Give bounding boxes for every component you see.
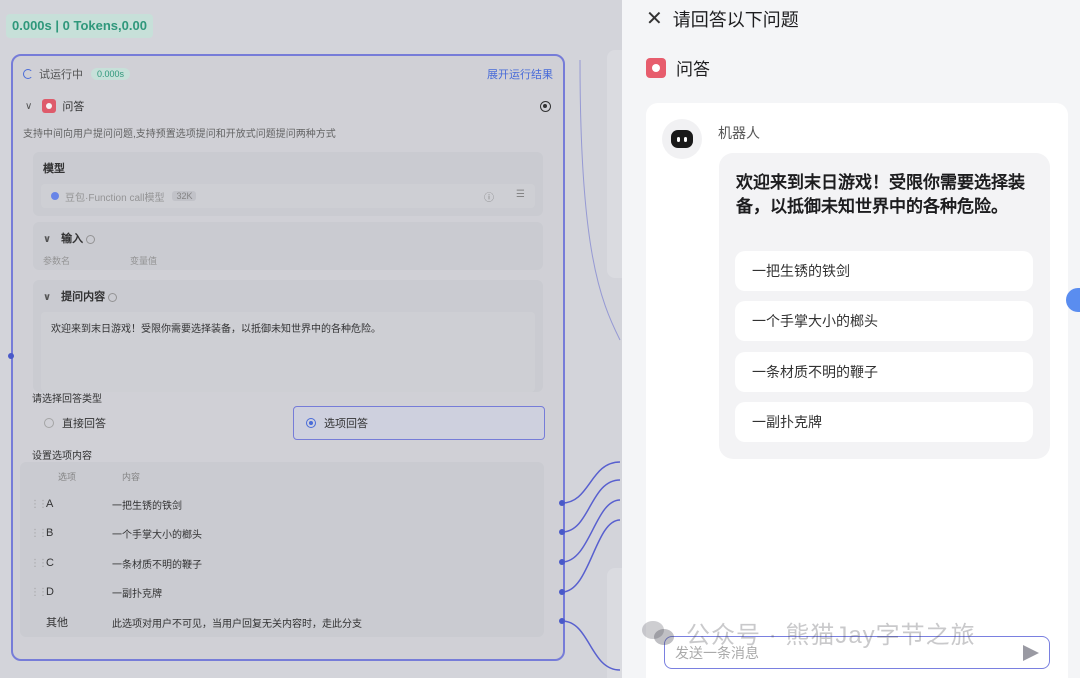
input-section-title: 输入 bbox=[61, 233, 84, 245]
run-elapsed: 0.000s bbox=[91, 68, 131, 80]
run-status-bar: 试运行中 0.000s 展开运行结果 bbox=[13, 56, 563, 92]
answer-direct-radio[interactable]: 直接回答 bbox=[32, 406, 282, 440]
qa-node-icon bbox=[646, 57, 666, 78]
loading-spinner-icon bbox=[23, 69, 33, 79]
option-row-other: 其他 此选项对用户不可见，当用户回复无关内容时，走此分支 bbox=[30, 612, 550, 632]
option-row[interactable]: ⋮⋮ A 一把生锈的铁剑 bbox=[30, 494, 550, 514]
run-status: 试运行中 bbox=[39, 69, 83, 81]
answer-type-label: 请选择回答类型 bbox=[32, 394, 102, 405]
option-text[interactable]: 一副扑克牌 bbox=[112, 585, 162, 600]
options-label: 设置选项内容 bbox=[32, 451, 92, 462]
option-row[interactable]: ⋮⋮ C 一条材质不明的鞭子 bbox=[30, 553, 550, 573]
info-icon[interactable] bbox=[108, 292, 118, 302]
bot-message: 欢迎来到末日游戏！受限你需要选择装备，以抵御未知世界中的各种危险。 bbox=[736, 173, 1025, 216]
option-text[interactable]: 一把生锈的铁剑 bbox=[112, 497, 182, 512]
model-name: 豆包·Function call模型 bbox=[65, 192, 165, 204]
workflow-canvas: 0.000s | 0 Tokens,0.00 试运行中 0.000s 展开运行结… bbox=[0, 0, 622, 678]
settings-sliders-icon[interactable]: ☰ bbox=[516, 189, 525, 204]
option-key: 其他 bbox=[46, 617, 68, 629]
choice-button[interactable]: 一副扑克牌 bbox=[735, 402, 1033, 442]
expand-results-link[interactable]: 展开运行结果 bbox=[487, 66, 553, 82]
output-port[interactable] bbox=[559, 618, 565, 624]
robot-icon bbox=[671, 130, 693, 148]
send-icon[interactable] bbox=[1023, 644, 1039, 661]
option-key: A bbox=[46, 498, 54, 510]
model-context-tag: 32K bbox=[172, 191, 197, 201]
answer-option-label: 选项回答 bbox=[324, 418, 368, 430]
option-column-header: 选项 bbox=[58, 472, 77, 482]
output-port[interactable] bbox=[559, 589, 565, 595]
drawer-title: 请回答以下问题 bbox=[672, 10, 799, 30]
output-port[interactable] bbox=[559, 500, 565, 506]
param-value-header: 变量值 bbox=[130, 256, 158, 266]
option-key: B bbox=[46, 527, 54, 539]
prompt-textarea[interactable]: 欢迎来到末日游戏！受限你需要选择装备，以抵御未知世界中的各种危险。 bbox=[41, 312, 535, 392]
input-section: ∨ 输入 参数名 变量值 bbox=[33, 222, 543, 270]
output-port[interactable] bbox=[559, 559, 565, 565]
avatar bbox=[662, 119, 702, 159]
options-table bbox=[20, 462, 544, 637]
prompt-section-title: 提问内容 bbox=[61, 291, 106, 303]
prompt-section: ∨ 提问内容 欢迎来到末日游戏！受限你需要选择装备，以抵御未知世界中的各种危险。 bbox=[33, 280, 543, 392]
option-row[interactable]: ⋮⋮ B 一个手掌大小的榔头 bbox=[30, 523, 550, 543]
watermark: 公众号 · 熊猫Jay字节之旅 bbox=[642, 615, 976, 650]
drag-handle-icon[interactable]: ⋮⋮ bbox=[30, 558, 48, 569]
radio-checked-icon bbox=[306, 418, 316, 428]
drawer-node-tag: 问答 bbox=[646, 55, 710, 80]
choice-button[interactable]: 一个手掌大小的榔头 bbox=[735, 301, 1033, 341]
drag-handle-icon[interactable]: ⋮⋮ bbox=[30, 587, 48, 598]
drag-handle-icon[interactable]: ⋮⋮ bbox=[30, 528, 48, 539]
choice-button[interactable]: 一把生锈的铁剑 bbox=[735, 251, 1033, 291]
message-bubble: 欢迎来到末日游戏！受限你需要选择装备，以抵御未知世界中的各种危险。 一把生锈的铁… bbox=[719, 153, 1050, 459]
model-select[interactable]: 豆包·Function call模型 32K ⓘ ☰ bbox=[41, 184, 535, 208]
node-description: 支持中间向用户提问问题,支持预置选项提问和开放式问题提问两种方式 bbox=[23, 129, 336, 140]
watermark-text: 公众号 · 熊猫Jay字节之旅 bbox=[686, 622, 976, 649]
qa-node-icon bbox=[42, 99, 57, 113]
target-icon[interactable] bbox=[540, 100, 551, 112]
model-section-title: 模型 bbox=[43, 163, 65, 175]
option-text[interactable]: 一条材质不明的鞭子 bbox=[112, 556, 202, 571]
model-section: 模型 豆包·Function call模型 32K ⓘ ☰ bbox=[33, 152, 543, 216]
answer-drawer: ✕ 请回答以下问题 问答 机器人 欢迎来到末日游戏！受限你需要选择装备，以抵御未… bbox=[622, 0, 1080, 678]
answer-direct-label: 直接回答 bbox=[62, 418, 106, 430]
chevron-down-icon[interactable]: ∨ bbox=[43, 292, 51, 303]
info-icon[interactable]: ⓘ bbox=[484, 189, 494, 204]
output-port[interactable] bbox=[559, 529, 565, 535]
model-logo-icon bbox=[51, 192, 59, 200]
answer-option-radio[interactable]: 选项回答 bbox=[293, 406, 545, 440]
node-title: 问答 bbox=[62, 101, 85, 113]
option-key: C bbox=[46, 557, 54, 569]
input-port[interactable] bbox=[8, 353, 14, 359]
option-text[interactable]: 一个手掌大小的榔头 bbox=[112, 526, 202, 541]
drawer-node-label: 问答 bbox=[676, 60, 710, 79]
content-column-header: 内容 bbox=[122, 472, 141, 482]
radio-icon bbox=[44, 418, 54, 428]
chevron-down-icon[interactable]: ∨ bbox=[43, 234, 51, 245]
param-name-header: 参数名 bbox=[43, 256, 71, 266]
drawer-header: ✕ 请回答以下问题 bbox=[646, 6, 799, 32]
option-key: D bbox=[46, 586, 54, 598]
choice-button[interactable]: 一条材质不明的鞭子 bbox=[735, 352, 1033, 392]
chat-panel: 机器人 欢迎来到末日游戏！受限你需要选择装备，以抵御未知世界中的各种危险。 一把… bbox=[646, 103, 1068, 678]
chevron-down-icon[interactable]: ∨ bbox=[25, 101, 32, 112]
option-text: 此选项对用户不可见，当用户回复无关内容时，走此分支 bbox=[112, 618, 362, 630]
close-icon[interactable]: ✕ bbox=[646, 8, 663, 30]
info-icon[interactable] bbox=[86, 234, 96, 244]
node-header: ∨ 问答 bbox=[25, 98, 551, 114]
drag-handle-icon[interactable]: ⋮⋮ bbox=[30, 499, 48, 510]
option-row[interactable]: ⋮⋮ D 一副扑克牌 bbox=[30, 582, 550, 602]
bot-name: 机器人 bbox=[718, 125, 760, 141]
wechat-icon bbox=[642, 619, 676, 647]
